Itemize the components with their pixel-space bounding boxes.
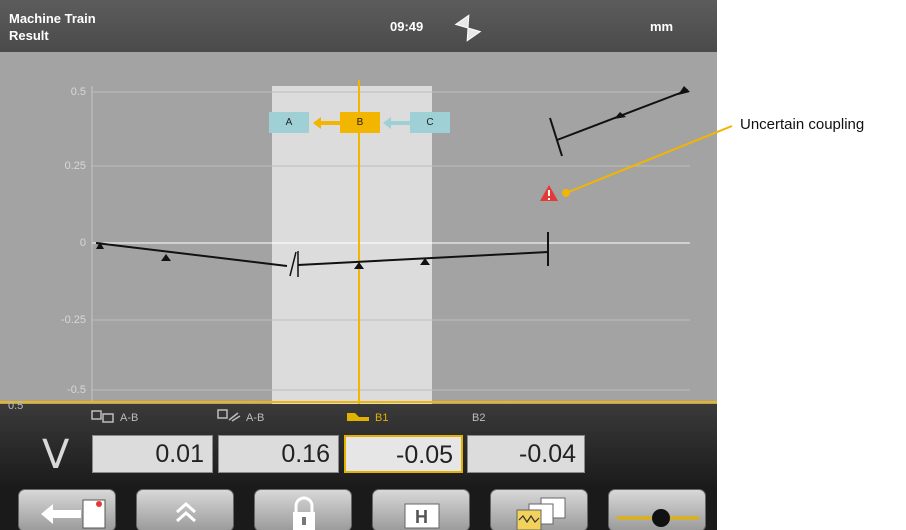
expand-button[interactable] — [136, 489, 234, 530]
lock-button[interactable] — [254, 489, 352, 530]
callout-line — [562, 125, 733, 197]
foot-b2-value[interactable]: -0.04 — [467, 435, 585, 473]
value-label: A-B — [120, 412, 139, 424]
y-tick-label: 0 — [79, 237, 86, 249]
horizontal-icon: H — [404, 503, 440, 529]
arrow-left-icon — [313, 117, 340, 129]
value-label: B1 — [375, 412, 389, 424]
lock-icon — [293, 496, 315, 530]
annotation-label: Uncertain coupling — [740, 116, 865, 133]
machine-tab-b[interactable]: B — [340, 112, 380, 133]
angularity-value[interactable]: 0.16 — [218, 435, 339, 473]
machine-a-line — [95, 242, 288, 267]
foot-marker — [161, 254, 171, 261]
machine-tab-c[interactable]: C — [410, 112, 450, 133]
unit-label: mm — [650, 19, 674, 34]
clock: 09:49 — [390, 19, 424, 34]
tolerance-icon — [516, 497, 566, 530]
value-label: A-B — [246, 412, 265, 424]
offset-icon — [91, 410, 114, 423]
direction-label: V — [42, 432, 70, 478]
toolbar: H — [0, 484, 717, 530]
slider-icon — [617, 509, 699, 527]
scale-label: 0.5 — [8, 400, 24, 412]
value-label: B2 — [472, 412, 486, 424]
y-tick-label: -0.5 — [67, 384, 86, 396]
slider-button[interactable] — [608, 489, 706, 530]
plot-canvas — [0, 80, 717, 404]
foot-marker — [614, 112, 626, 119]
machine-b-region — [272, 86, 432, 404]
back-icon — [41, 499, 106, 529]
header-bar: Machine Train Result 09:49 mm — [0, 0, 717, 52]
back-button[interactable] — [18, 489, 116, 530]
page-title: Machine Train — [9, 11, 96, 26]
y-tick-label: 0.5 — [70, 86, 86, 98]
foot-marker — [678, 86, 690, 95]
hourglass-icon — [454, 14, 482, 42]
foot-icon — [347, 413, 369, 421]
y-tick-label: -0.25 — [60, 314, 86, 326]
tolerance-button[interactable] — [490, 489, 588, 530]
foot-b1-value[interactable]: -0.05 — [344, 435, 463, 473]
offset-value[interactable]: 0.01 — [92, 435, 213, 473]
chevrons-up-icon — [176, 501, 196, 523]
alignment-plot: A B C 0.5 0.25 0 -0.25 -0.5 — [0, 52, 717, 404]
machine-tab-a[interactable]: A — [269, 112, 309, 133]
arrow-left-icon — [383, 117, 410, 129]
y-tick-label: 0.25 — [64, 160, 86, 172]
angularity-icon — [217, 409, 241, 422]
svg-text:H: H — [415, 507, 428, 527]
page-subtitle: Result — [9, 28, 49, 43]
results-row: 0.5 A-B A-B B1 B2 V 0.01 0.16 -0.05 -0.0… — [0, 400, 717, 484]
horizontal-button[interactable]: H — [372, 489, 470, 530]
device-screen: Machine Train Result 09:49 mm A B C 0.5 … — [0, 0, 717, 530]
